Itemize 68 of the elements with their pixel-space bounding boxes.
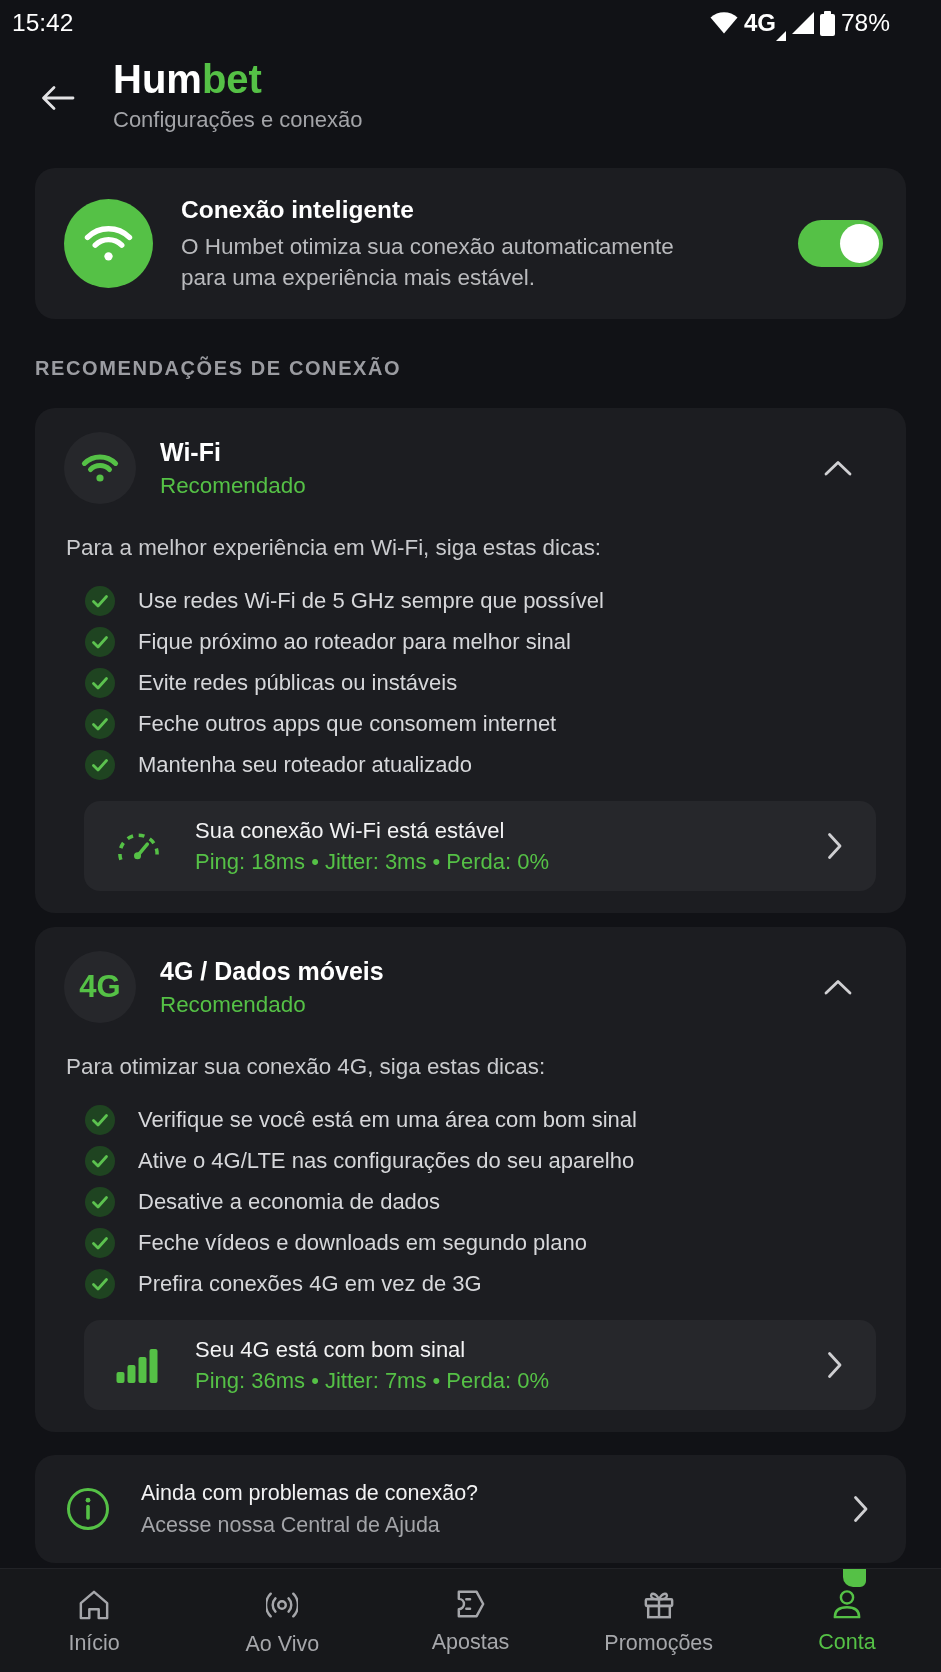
signal-indicator-icon	[775, 31, 786, 41]
status-title: Sua conexão Wi-Fi está estável	[195, 816, 505, 845]
nav-tab[interactable]: Ao Vivo	[188, 1569, 377, 1672]
help-card[interactable]: Ainda com problemas de conexão? Acesse nossa Central de Ajuda	[35, 1455, 906, 1563]
wifi-icon	[64, 432, 136, 504]
toggle-switch[interactable]	[798, 220, 883, 267]
person-icon	[831, 1589, 862, 1619]
check-icon	[85, 667, 115, 698]
card-title: Conexão inteligente	[181, 194, 414, 224]
tip-text: Ative o 4G/LTE nas configurações do seu aparelho	[138, 1146, 635, 1175]
connection-status-row[interactable]: Sua conexão Wi-Fi está estável Ping: 18ms • Jitter: 3ms • Perda: 0%	[84, 801, 876, 891]
brand-logo: Humbet	[113, 58, 262, 100]
section-heading: RECOMENDAÇÕES DE CONEXÃO	[35, 356, 402, 380]
nav-tab[interactable]: Apostas	[376, 1569, 565, 1672]
ticket-icon	[455, 1589, 486, 1619]
battery-percentage: 78%	[840, 7, 890, 38]
check-icon	[85, 1145, 115, 1176]
wifi-signal-icon	[709, 12, 738, 34]
help-subtitle: Acesse nossa Central de Ajuda	[141, 1512, 440, 1539]
check-icon	[85, 1104, 115, 1135]
nav-tab[interactable]: Início	[0, 1569, 189, 1672]
chevron-right-icon	[827, 1351, 843, 1379]
check-icon	[85, 708, 115, 739]
tips-intro: Para otimizar sua conexão 4G, siga estas dicas:	[66, 1053, 546, 1081]
network-type-label: 4G	[64, 951, 136, 1023]
chevron-up-icon	[824, 460, 852, 476]
status-time: 15:42	[12, 7, 74, 38]
cell-signal-icon	[791, 12, 814, 34]
page-subtitle: Configurações e conexão	[113, 107, 363, 133]
tip-text: Desative a economia de dados	[138, 1187, 441, 1216]
check-icon	[85, 1227, 115, 1258]
check-icon	[85, 1268, 115, 1299]
check-icon	[85, 1186, 115, 1217]
card-description: O Humbet otimiza sua conexão automaticamente para uma experiência mais estável.	[181, 232, 675, 292]
broadcast-icon	[266, 1589, 299, 1621]
info-icon	[66, 1487, 110, 1531]
help-title: Ainda com problemas de conexão?	[141, 1480, 479, 1507]
network-type-text: 4G	[743, 8, 776, 38]
back-button[interactable]	[41, 85, 75, 111]
tip-text: Fique próximo ao roteador para melhor sinal	[138, 627, 571, 656]
recommendation-label: Recomendado	[160, 471, 306, 499]
recommendation-label: Recomendado	[160, 990, 306, 1018]
check-icon	[85, 585, 115, 616]
chevron-right-icon	[853, 1495, 869, 1523]
chevron-right-icon	[827, 832, 843, 860]
chevron-up-icon	[824, 979, 852, 995]
tip-text: Feche vídeos e downloads em segundo plano	[138, 1228, 587, 1257]
status-metrics: Ping: 36ms • Jitter: 7ms • Perda: 0%	[195, 1366, 550, 1395]
connection-title: Wi-Fi	[160, 437, 221, 467]
status-metrics: Ping: 18ms • Jitter: 3ms • Perda: 0%	[195, 847, 550, 876]
tip-text: Mantenha seu roteador atualizado	[138, 750, 472, 779]
nav-tab[interactable]: Promoções	[564, 1569, 753, 1672]
home-icon	[78, 1589, 111, 1620]
wifi-icon	[64, 199, 153, 288]
back-arrow-icon	[41, 85, 75, 111]
connection-title: 4G / Dados móveis	[160, 956, 384, 986]
battery-icon	[819, 10, 835, 36]
tips-intro: Para a melhor experiência em Wi-Fi, siga estas dicas:	[66, 534, 602, 562]
tip-text: Feche outros apps que consomem internet	[138, 709, 557, 738]
connection-status-row[interactable]: Seu 4G está com bom sinal Ping: 36ms • Jitter: 7ms • Perda: 0%	[84, 1320, 876, 1410]
status-title: Seu 4G está com bom sinal	[195, 1335, 466, 1364]
check-icon	[85, 749, 115, 780]
tip-text: Prefira conexões 4G em vez de 3G	[138, 1269, 482, 1298]
tip-text: Evite redes públicas ou instáveis	[138, 668, 458, 697]
check-icon	[85, 626, 115, 657]
tip-text: Verifique se você está em uma área com bom sinal	[138, 1105, 637, 1134]
nav-tab[interactable]: Conta	[752, 1569, 941, 1672]
tip-text: Use redes Wi-Fi de 5 GHz sempre que possível	[138, 586, 604, 615]
